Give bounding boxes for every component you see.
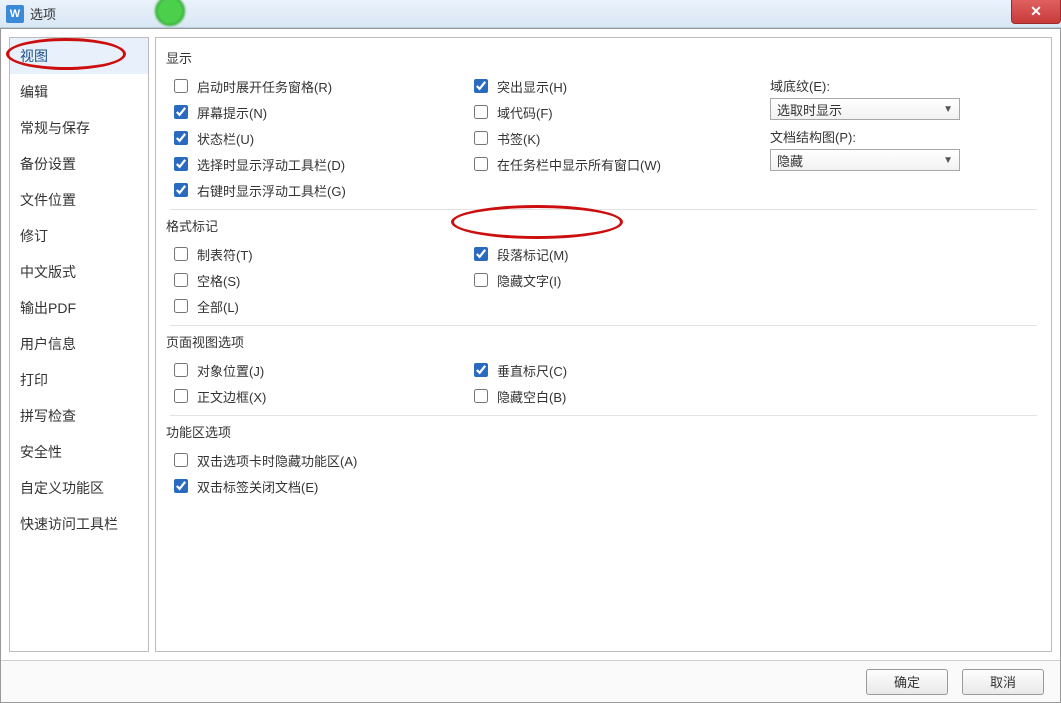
sidebar-item-chinese-layout[interactable]: 中文版式 bbox=[10, 254, 148, 290]
app-icon: W bbox=[6, 5, 24, 23]
chevron-down-icon: ▼ bbox=[943, 155, 953, 166]
sidebar-item-security[interactable]: 安全性 bbox=[10, 434, 148, 470]
chk-screen-tips[interactable]: 屏幕提示(N) bbox=[170, 99, 460, 125]
dialog-title: 选项 bbox=[30, 4, 56, 23]
sidebar-item-backup[interactable]: 备份设置 bbox=[10, 146, 148, 182]
cancel-button[interactable]: 取消 bbox=[962, 669, 1044, 695]
dialog-titlebar: W 选项 ✕ bbox=[0, 0, 1061, 28]
chk-highlight[interactable]: 突出显示(H) bbox=[470, 73, 760, 99]
chk-object-position[interactable]: 对象位置(J) bbox=[170, 357, 460, 383]
green-badge bbox=[155, 0, 185, 26]
chevron-down-icon: ▼ bbox=[943, 104, 953, 115]
dialog-footer: 确定 取消 bbox=[1, 660, 1060, 702]
chk-taskbar-all-windows[interactable]: 在任务栏中显示所有窗口(W) bbox=[470, 151, 760, 177]
sidebar-item-file-location[interactable]: 文件位置 bbox=[10, 182, 148, 218]
chk-hidden-text[interactable]: 隐藏文字(I) bbox=[470, 267, 760, 293]
sidebar-item-print[interactable]: 打印 bbox=[10, 362, 148, 398]
sidebar-item-general-save[interactable]: 常规与保存 bbox=[10, 110, 148, 146]
label-doc-map: 文档结构图(P): bbox=[770, 124, 1037, 149]
chk-vertical-ruler[interactable]: 垂直标尺(C) bbox=[470, 357, 760, 383]
group-title-pageview: 页面视图选项 bbox=[166, 332, 1037, 351]
chk-status-bar[interactable]: 状态栏(U) bbox=[170, 125, 460, 151]
sidebar-item-quick-access-toolbar[interactable]: 快速访问工具栏 bbox=[10, 506, 148, 542]
close-button[interactable]: ✕ bbox=[1011, 0, 1061, 24]
content-area: 视图 编辑 常规与保存 备份设置 文件位置 修订 中文版式 输出PDF 用户信息… bbox=[1, 29, 1060, 660]
chk-floating-toolbar-select[interactable]: 选择时显示浮动工具栏(D) bbox=[170, 151, 460, 177]
sidebar-item-revision[interactable]: 修订 bbox=[10, 218, 148, 254]
sidebar-item-spell-check[interactable]: 拼写检查 bbox=[10, 398, 148, 434]
chk-dblclk-hide-ribbon[interactable]: 双击选项卡时隐藏功能区(A) bbox=[170, 447, 1037, 473]
combo-field-shading[interactable]: 选取时显示 ▼ bbox=[770, 98, 960, 120]
chk-all[interactable]: 全部(L) bbox=[170, 293, 460, 319]
chk-bookmarks[interactable]: 书签(K) bbox=[470, 125, 760, 151]
sidebar: 视图 编辑 常规与保存 备份设置 文件位置 修订 中文版式 输出PDF 用户信息… bbox=[9, 37, 149, 652]
chk-text-border[interactable]: 正文边框(X) bbox=[170, 383, 460, 409]
sidebar-item-user-info[interactable]: 用户信息 bbox=[10, 326, 148, 362]
ok-button[interactable]: 确定 bbox=[866, 669, 948, 695]
chk-dblclk-close-doc[interactable]: 双击标签关闭文档(E) bbox=[170, 473, 1037, 499]
combo-doc-map[interactable]: 隐藏 ▼ bbox=[770, 149, 960, 171]
dialog-body: 视图 编辑 常规与保存 备份设置 文件位置 修订 中文版式 输出PDF 用户信息… bbox=[0, 28, 1061, 703]
sidebar-item-output-pdf[interactable]: 输出PDF bbox=[10, 290, 148, 326]
chk-hide-whitespace[interactable]: 隐藏空白(B) bbox=[470, 383, 760, 409]
label-field-shading: 域底纹(E): bbox=[770, 73, 1037, 98]
chk-startup-taskpane[interactable]: 启动时展开任务窗格(R) bbox=[170, 73, 460, 99]
chk-floating-toolbar-rightclick[interactable]: 右键时显示浮动工具栏(G) bbox=[170, 177, 460, 203]
chk-field-codes[interactable]: 域代码(F) bbox=[470, 99, 760, 125]
sidebar-item-customize-ribbon[interactable]: 自定义功能区 bbox=[10, 470, 148, 506]
chk-tab[interactable]: 制表符(T) bbox=[170, 241, 460, 267]
sidebar-item-view[interactable]: 视图 bbox=[10, 38, 148, 74]
chk-paragraph-mark[interactable]: 段落标记(M) bbox=[470, 241, 760, 267]
sidebar-item-edit[interactable]: 编辑 bbox=[10, 74, 148, 110]
chk-space[interactable]: 空格(S) bbox=[170, 267, 460, 293]
options-panel: 显示 启动时展开任务窗格(R) 屏幕提示(N) 状态栏(U) 选择时显示浮动工具… bbox=[155, 37, 1052, 652]
group-title-display: 显示 bbox=[166, 48, 1037, 67]
close-icon: ✕ bbox=[1030, 3, 1042, 20]
group-title-ribbon: 功能区选项 bbox=[166, 422, 1037, 441]
group-title-format: 格式标记 bbox=[166, 216, 1037, 235]
